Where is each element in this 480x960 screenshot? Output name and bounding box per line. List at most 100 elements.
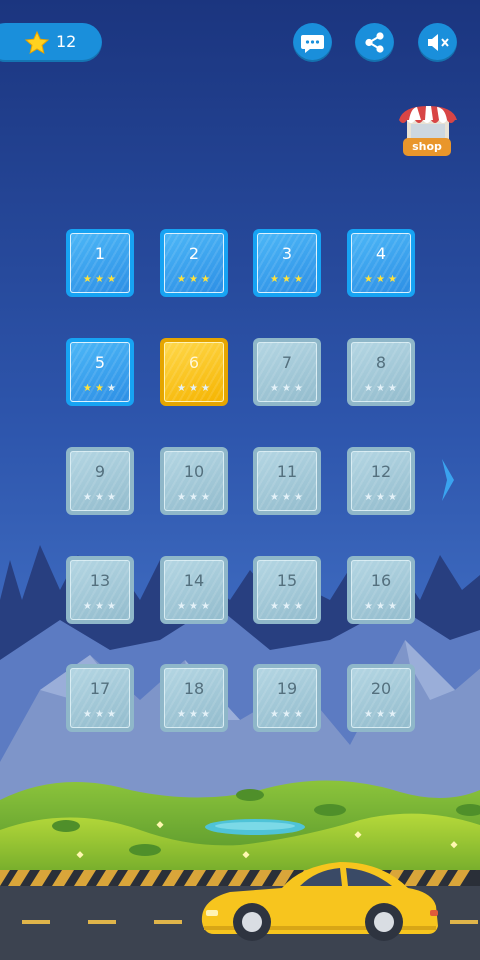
- level-tile[interactable]: 18 ★ ★ ★: [160, 664, 228, 732]
- star-empty-icon: ★: [177, 601, 187, 612]
- level-tile[interactable]: 4 ★ ★ ★: [347, 229, 415, 297]
- level-number: 13: [89, 571, 111, 590]
- level-number: 4: [375, 244, 387, 263]
- level-tile[interactable]: 15 ★ ★ ★: [253, 556, 321, 624]
- star-empty-icon: ★: [107, 601, 117, 612]
- star-empty-icon: ★: [376, 492, 386, 503]
- level-tile[interactable]: 12 ★ ★ ★: [347, 447, 415, 515]
- star-earned-icon: ★: [107, 274, 117, 285]
- star-empty-icon: ★: [189, 601, 199, 612]
- level-tile[interactable]: 20 ★ ★ ★: [347, 664, 415, 732]
- level-star-rating: ★ ★ ★: [66, 383, 134, 395]
- star-empty-icon: ★: [177, 492, 187, 503]
- star-empty-icon: ★: [270, 709, 280, 720]
- level-number: 5: [94, 353, 106, 372]
- level-tile[interactable]: 6 ★ ★ ★: [160, 338, 228, 406]
- star-earned-icon: ★: [270, 274, 280, 285]
- level-tile[interactable]: 3 ★ ★ ★: [253, 229, 321, 297]
- level-star-rating: ★ ★ ★: [66, 492, 134, 504]
- star-empty-icon: ★: [294, 383, 304, 394]
- star-earned-icon: ★: [282, 274, 292, 285]
- star-empty-icon: ★: [376, 601, 386, 612]
- level-tile[interactable]: 5 ★ ★ ★: [66, 338, 134, 406]
- star-earned-icon: ★: [201, 274, 211, 285]
- chat-icon: [301, 35, 324, 53]
- level-tile[interactable]: 10 ★ ★ ★: [160, 447, 228, 515]
- sound-toggle-button[interactable]: [418, 23, 457, 62]
- level-number: 14: [183, 571, 205, 590]
- star-empty-icon: ★: [83, 601, 93, 612]
- shop-label: shop: [403, 138, 451, 156]
- star-empty-icon: ★: [388, 709, 398, 720]
- level-tile[interactable]: 7 ★ ★ ★: [253, 338, 321, 406]
- shop-button[interactable]: shop: [397, 104, 459, 158]
- level-number: 3: [281, 244, 293, 263]
- level-star-rating: ★ ★ ★: [253, 492, 321, 504]
- level-number: 11: [276, 462, 298, 481]
- star-empty-icon: ★: [388, 492, 398, 503]
- level-number: 20: [370, 679, 392, 698]
- level-tile[interactable]: 16 ★ ★ ★: [347, 556, 415, 624]
- star-icon: [24, 30, 50, 55]
- level-number: 6: [188, 353, 200, 372]
- star-empty-icon: ★: [189, 709, 199, 720]
- level-star-rating: ★ ★ ★: [347, 601, 415, 613]
- chevron-right-icon[interactable]: [438, 455, 458, 505]
- star-empty-icon: ★: [388, 601, 398, 612]
- star-earned-icon: ★: [376, 274, 386, 285]
- level-tile[interactable]: 17 ★ ★ ★: [66, 664, 134, 732]
- star-empty-icon: ★: [388, 383, 398, 394]
- star-empty-icon: ★: [294, 709, 304, 720]
- level-number: 9: [94, 462, 106, 481]
- sound-muted-icon: [428, 34, 449, 51]
- road-hazard-stripe: [0, 870, 480, 886]
- level-tile[interactable]: 14 ★ ★ ★: [160, 556, 228, 624]
- star-empty-icon: ★: [270, 492, 280, 503]
- star-earned-icon: ★: [177, 274, 187, 285]
- level-star-rating: ★ ★ ★: [66, 709, 134, 721]
- star-empty-icon: ★: [201, 709, 211, 720]
- star-empty-icon: ★: [376, 383, 386, 394]
- star-earned-icon: ★: [364, 274, 374, 285]
- share-icon: [365, 32, 384, 53]
- star-empty-icon: ★: [201, 492, 211, 503]
- level-tile[interactable]: 8 ★ ★ ★: [347, 338, 415, 406]
- level-number: 15: [276, 571, 298, 590]
- level-tile[interactable]: 2 ★ ★ ★: [160, 229, 228, 297]
- level-number: 10: [183, 462, 205, 481]
- star-empty-icon: ★: [107, 383, 117, 394]
- level-star-rating: ★ ★ ★: [160, 709, 228, 721]
- level-tile[interactable]: 19 ★ ★ ★: [253, 664, 321, 732]
- star-empty-icon: ★: [201, 383, 211, 394]
- star-empty-icon: ★: [201, 601, 211, 612]
- star-empty-icon: ★: [364, 709, 374, 720]
- star-empty-icon: ★: [83, 709, 93, 720]
- level-tile[interactable]: 1 ★ ★ ★: [66, 229, 134, 297]
- level-star-rating: ★ ★ ★: [253, 274, 321, 286]
- star-empty-icon: ★: [282, 492, 292, 503]
- star-empty-icon: ★: [364, 601, 374, 612]
- level-star-rating: ★ ★ ★: [160, 601, 228, 613]
- chat-button[interactable]: [293, 23, 332, 62]
- star-empty-icon: ★: [189, 383, 199, 394]
- star-count: 12: [56, 32, 77, 51]
- level-star-rating: ★ ★ ★: [160, 492, 228, 504]
- level-star-rating: ★ ★ ★: [66, 601, 134, 613]
- star-empty-icon: ★: [282, 383, 292, 394]
- level-tile[interactable]: 9 ★ ★ ★: [66, 447, 134, 515]
- star-earned-icon: ★: [189, 274, 199, 285]
- star-empty-icon: ★: [95, 601, 105, 612]
- level-star-rating: ★ ★ ★: [253, 709, 321, 721]
- star-earned-icon: ★: [294, 274, 304, 285]
- star-empty-icon: ★: [364, 492, 374, 503]
- share-button[interactable]: [355, 23, 394, 62]
- star-empty-icon: ★: [95, 492, 105, 503]
- level-tile[interactable]: 13 ★ ★ ★: [66, 556, 134, 624]
- star-counter: 12: [0, 23, 102, 62]
- star-empty-icon: ★: [294, 601, 304, 612]
- level-tile[interactable]: 11 ★ ★ ★: [253, 447, 321, 515]
- star-empty-icon: ★: [95, 709, 105, 720]
- level-number: 7: [281, 353, 293, 372]
- star-empty-icon: ★: [83, 492, 93, 503]
- level-number: 2: [188, 244, 200, 263]
